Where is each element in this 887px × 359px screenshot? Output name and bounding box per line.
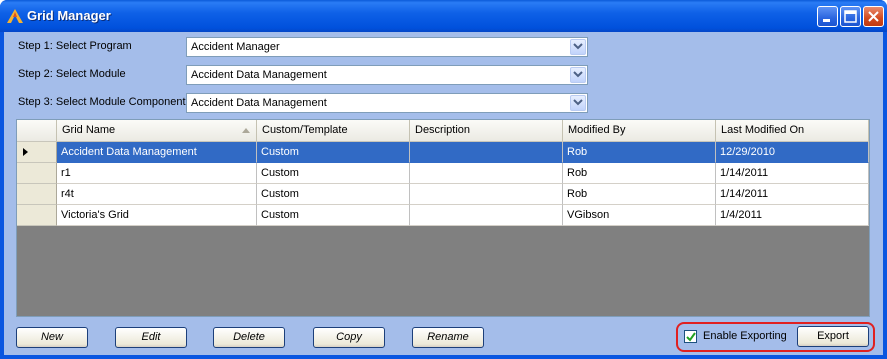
cell-last-modified-on[interactable]: 1/14/2011 [716, 163, 869, 184]
close-button[interactable] [863, 6, 884, 27]
cell-description[interactable] [410, 163, 563, 184]
cell-grid-name[interactable]: Accident Data Management [57, 142, 257, 163]
row-header[interactable] [17, 163, 57, 184]
step2-label: Step 2: Select Module [18, 68, 126, 80]
column-header-label: Modified By [568, 124, 626, 136]
row-pointer-icon [23, 148, 28, 156]
cell-grid-name[interactable]: r4t [57, 184, 257, 205]
chevron-down-icon[interactable] [570, 95, 586, 111]
enable-exporting-label[interactable]: Enable Exporting [703, 330, 787, 342]
cell-grid-name[interactable]: r1 [57, 163, 257, 184]
grid-list[interactable]: Grid Name Custom/Template Description Mo… [16, 119, 870, 317]
rename-button[interactable]: Rename [412, 327, 484, 348]
step3-label: Step 3: Select Module Component [18, 96, 186, 108]
cell-custom-template[interactable]: Custom [257, 163, 410, 184]
minimize-button[interactable] [817, 6, 838, 27]
delete-button[interactable]: Delete [213, 327, 285, 348]
checkmark-icon [686, 332, 696, 342]
column-header-custom-template[interactable]: Custom/Template [257, 120, 410, 141]
column-header-label: Custom/Template [262, 124, 348, 136]
cell-description[interactable] [410, 205, 563, 226]
close-icon [868, 11, 879, 22]
table-row[interactable]: r1 Custom Rob 1/14/2011 [17, 163, 869, 184]
cell-custom-template[interactable]: Custom [257, 184, 410, 205]
column-header-modified-by[interactable]: Modified By [563, 120, 716, 141]
grid-manager-app-icon [7, 9, 23, 23]
cell-custom-template[interactable]: Custom [257, 142, 410, 163]
cell-modified-by[interactable]: VGibson [563, 205, 716, 226]
column-header-description[interactable]: Description [410, 120, 563, 141]
program-select-value: Accident Manager [191, 41, 280, 53]
minimize-icon [823, 19, 830, 22]
chevron-down-icon[interactable] [570, 67, 586, 83]
cell-last-modified-on[interactable]: 1/14/2011 [716, 184, 869, 205]
new-button[interactable]: New [16, 327, 88, 348]
row-header-corner [17, 120, 57, 141]
module-select-value: Accident Data Management [191, 69, 327, 81]
module-component-select-value: Accident Data Management [191, 97, 327, 109]
sort-ascending-icon [242, 128, 250, 133]
title-bar[interactable]: Grid Manager [0, 0, 887, 32]
grid-header: Grid Name Custom/Template Description Mo… [17, 120, 869, 142]
cell-last-modified-on[interactable]: 12/29/2010 [716, 142, 869, 163]
step1-label: Step 1: Select Program [18, 40, 132, 52]
cell-grid-name[interactable]: Victoria's Grid [57, 205, 257, 226]
cell-last-modified-on[interactable]: 1/4/2011 [716, 205, 869, 226]
row-header[interactable] [17, 184, 57, 205]
export-button[interactable]: Export [797, 326, 869, 347]
cell-modified-by[interactable]: Rob [563, 163, 716, 184]
column-header-label: Description [415, 124, 471, 136]
table-row[interactable]: Victoria's Grid Custom VGibson 1/4/2011 [17, 205, 869, 226]
program-select[interactable]: Accident Manager [186, 37, 588, 57]
enable-exporting-checkbox[interactable] [684, 330, 697, 343]
cell-description[interactable] [410, 184, 563, 205]
cell-modified-by[interactable]: Rob [563, 142, 716, 163]
column-header-label: Last Modified On [721, 124, 805, 136]
cell-custom-template[interactable]: Custom [257, 205, 410, 226]
maximize-button[interactable] [840, 6, 861, 27]
column-header-grid-name[interactable]: Grid Name [57, 120, 257, 141]
chevron-down-icon[interactable] [570, 39, 586, 55]
cell-description[interactable] [410, 142, 563, 163]
column-header-label: Grid Name [62, 124, 116, 136]
maximize-icon [844, 10, 857, 23]
edit-button[interactable]: Edit [115, 327, 187, 348]
table-row[interactable]: Accident Data Management Custom Rob 12/2… [17, 142, 869, 163]
table-row[interactable]: r4t Custom Rob 1/14/2011 [17, 184, 869, 205]
module-component-select[interactable]: Accident Data Management [186, 93, 588, 113]
row-header[interactable] [17, 142, 57, 163]
column-header-last-modified-on[interactable]: Last Modified On [716, 120, 869, 141]
cell-modified-by[interactable]: Rob [563, 184, 716, 205]
window-title: Grid Manager [27, 8, 111, 23]
module-select[interactable]: Accident Data Management [186, 65, 588, 85]
row-header[interactable] [17, 205, 57, 226]
copy-button[interactable]: Copy [313, 327, 385, 348]
